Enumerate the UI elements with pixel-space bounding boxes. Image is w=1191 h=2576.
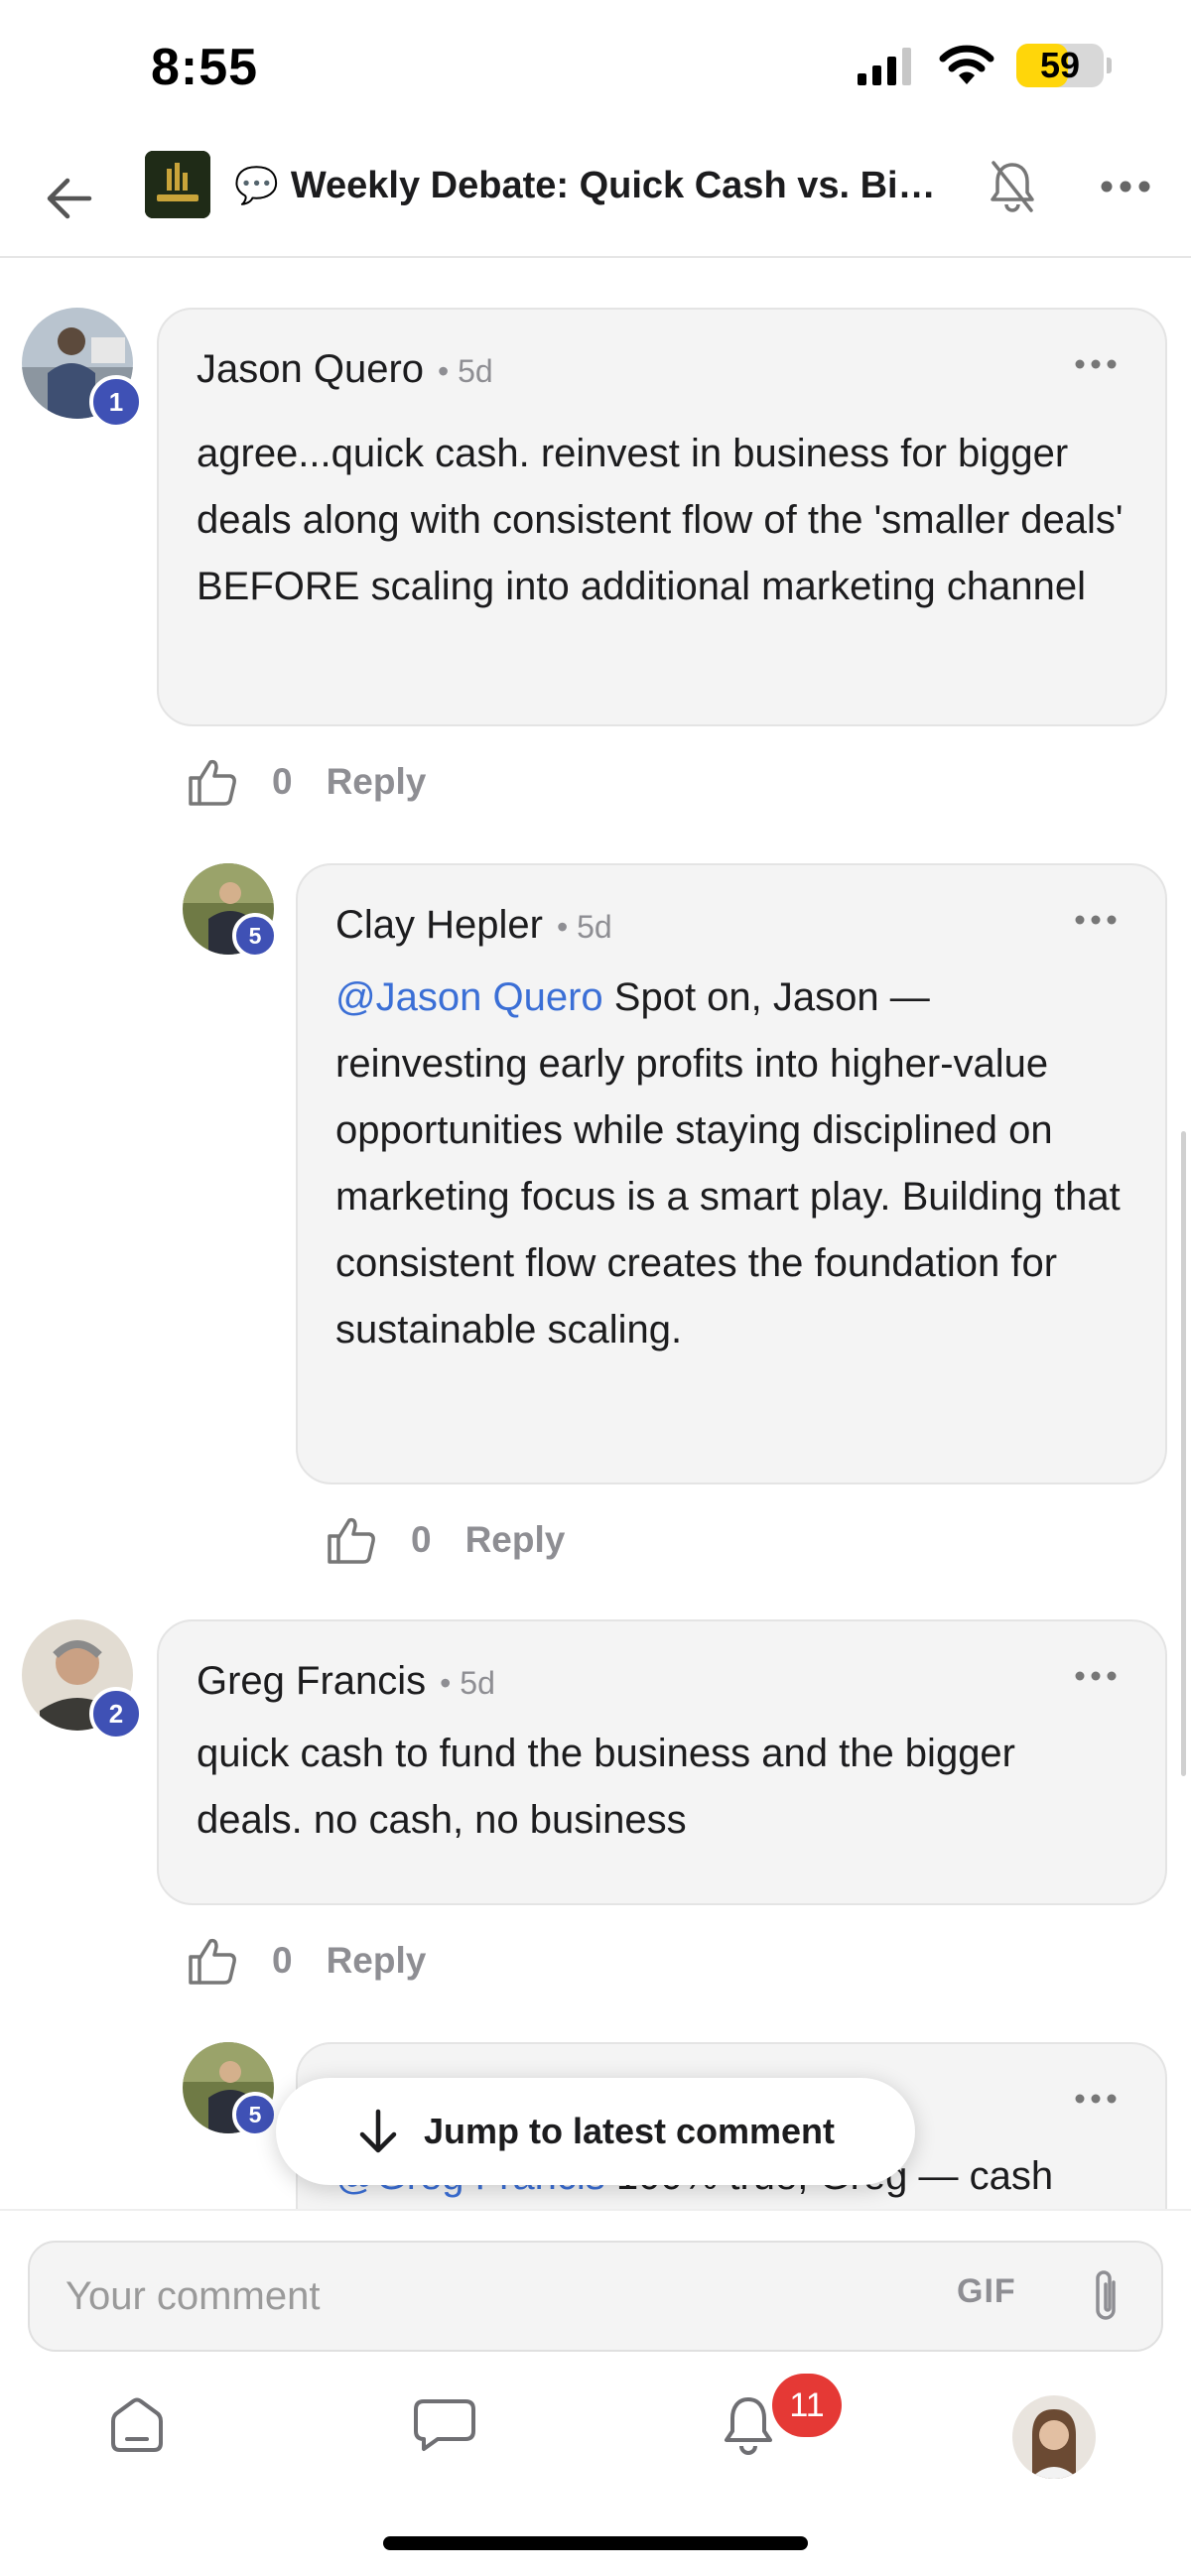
comment-bubble: Jason Quero • 5d agree...quick cash. rei… bbox=[157, 308, 1167, 726]
tab-profile[interactable] bbox=[1012, 2395, 1096, 2479]
community-logo-icon bbox=[145, 151, 210, 218]
chat-bubble-icon bbox=[414, 2399, 475, 2451]
more-horizontal-icon bbox=[1075, 915, 1117, 925]
comment-bubble: Clay Hepler • 5d @Jason Quero Spot on, J… bbox=[296, 863, 1167, 1484]
post-header: 💬 Weekly Debate: Quick Cash vs. Big... bbox=[0, 139, 1191, 258]
rank-badge: 5 bbox=[232, 2092, 278, 2137]
author-name[interactable]: Clay Hepler bbox=[335, 903, 543, 948]
comment-text: Spot on, Jason — reinvesting early profi… bbox=[335, 975, 1121, 1352]
comment-more-button[interactable] bbox=[1066, 1661, 1125, 1691]
bottom-tab-bar: 11 bbox=[0, 2352, 1191, 2491]
comment-text: agree...quick cash. reinvest in business… bbox=[197, 432, 1124, 608]
comment-actions: 0 Reply bbox=[324, 1512, 565, 1568]
author-name[interactable]: Jason Quero bbox=[197, 347, 424, 392]
reply-button[interactable]: Reply bbox=[327, 1940, 427, 1982]
battery-indicator: 59 bbox=[1016, 44, 1112, 87]
attach-button[interactable] bbox=[1078, 2264, 1133, 2328]
post-title: 💬 Weekly Debate: Quick Cash vs. Big... bbox=[234, 161, 949, 210]
like-button[interactable] bbox=[324, 1512, 379, 1568]
thumbs-up-icon bbox=[189, 759, 236, 806]
comment-jason-quero: 1 Jason Quero • 5d agree...quick cash. r… bbox=[0, 298, 1191, 834]
like-count: 0 bbox=[272, 761, 293, 802]
status-bar: 8:55 59 bbox=[0, 0, 1191, 139]
wifi-icon bbox=[939, 45, 994, 84]
like-button[interactable] bbox=[185, 1933, 240, 1989]
comment-body: quick cash to fund the business and the … bbox=[197, 1721, 1129, 1854]
home-icon bbox=[111, 2397, 163, 2452]
comment-input[interactable] bbox=[66, 2243, 919, 2350]
comment-more-button[interactable] bbox=[1066, 2084, 1125, 2114]
notification-count-badge: 11 bbox=[772, 2374, 842, 2437]
status-time: 8:55 bbox=[151, 39, 259, 96]
thumbs-up-icon bbox=[189, 1938, 236, 1985]
battery-tip bbox=[1107, 58, 1112, 73]
profile-avatar bbox=[1012, 2395, 1096, 2479]
bell-icon bbox=[725, 2397, 772, 2455]
arrow-left-icon bbox=[47, 178, 92, 219]
comment-composer-area: GIF bbox=[0, 2209, 1191, 2352]
time-value: 5d bbox=[460, 1665, 495, 1701]
more-horizontal-icon bbox=[1075, 1671, 1117, 1681]
comment-actions: 0 Reply bbox=[185, 754, 426, 810]
battery-percent: 59 bbox=[1039, 45, 1081, 85]
comment-greg-francis: 2 Greg Francis • 5d quick cash to fund t… bbox=[0, 1610, 1191, 1987]
comment-time: • 5d bbox=[556, 909, 612, 945]
gif-button[interactable]: GIF bbox=[957, 2272, 1016, 2311]
time-value: 5d bbox=[577, 909, 612, 945]
comment-time: • 5d bbox=[440, 1665, 495, 1701]
comment-meta: Greg Francis • 5d bbox=[197, 1659, 495, 1704]
rank-badge: 2 bbox=[89, 1687, 143, 1740]
tab-chat[interactable] bbox=[395, 2376, 494, 2475]
arrow-down-icon bbox=[359, 2109, 397, 2153]
more-horizontal-icon bbox=[1075, 359, 1117, 369]
author-name[interactable]: Greg Francis bbox=[197, 1659, 426, 1704]
thumbs-up-icon bbox=[328, 1517, 375, 1564]
scrollbar[interactable] bbox=[1181, 1131, 1186, 1776]
mention-link[interactable]: @Jason Quero bbox=[335, 975, 603, 1019]
home-indicator bbox=[383, 2536, 808, 2550]
mute-notifications-button[interactable] bbox=[983, 157, 1042, 216]
comment-actions: 0 Reply bbox=[185, 1933, 426, 1989]
comment-bubble: Greg Francis • 5d quick cash to fund the… bbox=[157, 1619, 1167, 1905]
comment-composer: GIF bbox=[28, 2241, 1163, 2352]
like-count: 0 bbox=[272, 1940, 293, 1981]
rank-badge: 1 bbox=[89, 375, 143, 429]
comment-more-button[interactable] bbox=[1066, 349, 1125, 379]
comment-meta: Jason Quero • 5d bbox=[197, 347, 493, 392]
time-value: 5d bbox=[458, 353, 493, 389]
more-options-button[interactable] bbox=[1092, 157, 1159, 216]
jump-to-latest-button[interactable]: Jump to latest comment bbox=[276, 2078, 915, 2185]
post-title-text: Weekly Debate: Quick Cash vs. Big... bbox=[290, 164, 949, 206]
more-horizontal-icon bbox=[1101, 181, 1150, 193]
comment-more-button[interactable] bbox=[1066, 905, 1125, 935]
comment-body: agree...quick cash. reinvest in business… bbox=[197, 421, 1129, 620]
rank-badge: 5 bbox=[232, 913, 278, 959]
reply-button[interactable]: Reply bbox=[465, 1519, 566, 1561]
cellular-signal-icon bbox=[858, 48, 911, 85]
comment-time: • 5d bbox=[438, 353, 493, 389]
reply-button[interactable]: Reply bbox=[327, 761, 427, 803]
speech-bubble-emoji: 💬 bbox=[234, 165, 279, 205]
jump-label: Jump to latest comment bbox=[423, 2111, 836, 2151]
tab-home[interactable] bbox=[87, 2376, 187, 2475]
group-logo[interactable] bbox=[145, 151, 210, 218]
bell-off-icon bbox=[991, 161, 1034, 212]
paperclip-icon bbox=[1096, 2270, 1116, 2320]
like-button[interactable] bbox=[185, 754, 240, 810]
comment-meta: Clay Hepler • 5d bbox=[335, 903, 612, 948]
like-count: 0 bbox=[411, 1519, 432, 1560]
back-button[interactable] bbox=[40, 169, 99, 228]
comment-body: @Jason Quero Spot on, Jason — reinvestin… bbox=[335, 965, 1129, 1363]
more-horizontal-icon bbox=[1075, 2094, 1117, 2104]
comment-text: quick cash to fund the business and the … bbox=[197, 1732, 1015, 1842]
status-icons: 59 bbox=[858, 44, 1112, 87]
comment-clay-hepler: 5 Clay Hepler • 5d @Jason Quero Spot on,… bbox=[0, 853, 1191, 1568]
